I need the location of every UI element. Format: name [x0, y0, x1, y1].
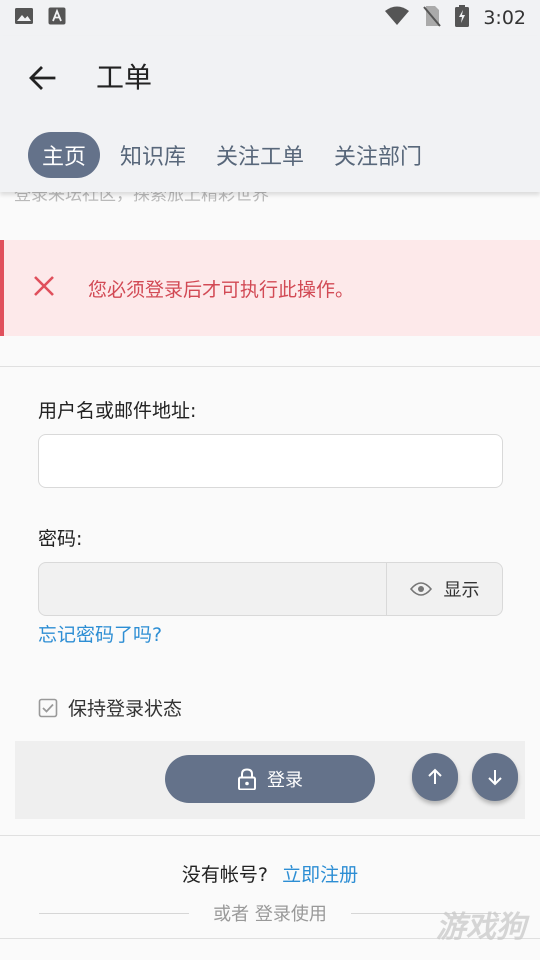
arrow-down-icon — [488, 770, 502, 786]
arrow-left-icon — [29, 66, 56, 90]
action-bar: 登录 — [15, 741, 525, 819]
battery-charging-icon — [455, 5, 470, 31]
show-password-button[interactable]: 显示 — [386, 563, 502, 615]
login-button[interactable]: 登录 — [165, 755, 375, 803]
login-button-label: 登录 — [267, 770, 303, 791]
text-a-icon — [48, 7, 66, 29]
image-icon — [14, 6, 34, 30]
separator-rule — [39, 912, 190, 914]
username-label: 用户名或邮件地址: — [38, 400, 197, 422]
tab-home[interactable]: 主页 — [28, 132, 101, 178]
no-account-text: 没有帐号? — [181, 864, 269, 886]
alert-message: 您必须登录后才可执行此操作。 — [88, 278, 355, 301]
no-sim-icon — [423, 5, 442, 31]
password-label: 密码: — [38, 528, 83, 550]
tab-followed-departments[interactable]: 关注部门 — [324, 132, 432, 178]
page-title: 工单 — [96, 61, 153, 94]
password-field: 显示 — [38, 562, 503, 616]
tab-bar: 主页 知识库 关注工单 关注部门 — [28, 132, 432, 178]
divider — [0, 366, 540, 367]
signup-row: 没有帐号? 立即注册 — [0, 860, 540, 887]
back-button[interactable] — [24, 60, 60, 96]
remember-me-label: 保持登录状态 — [68, 698, 183, 720]
error-alert: 您必须登录后才可执行此操作。 — [0, 240, 540, 336]
close-icon[interactable] — [32, 274, 56, 302]
scroll-up-button[interactable] — [412, 753, 458, 801]
scroll-down-button[interactable] — [472, 753, 518, 801]
status-bar: 3:02 — [0, 0, 540, 36]
checkbox-icon — [38, 698, 58, 717]
username-input[interactable] — [38, 434, 503, 488]
watermark-logo: 游戏狗 — [436, 910, 526, 945]
divider — [0, 835, 540, 836]
show-password-label: 显示 — [443, 580, 480, 601]
remember-me-checkbox[interactable]: 保持登录状态 — [38, 694, 182, 721]
signup-link[interactable]: 立即注册 — [282, 864, 358, 886]
tab-knowledge-base[interactable]: 知识库 — [110, 132, 196, 178]
app-bar: 工单 主页 知识库 关注工单 关注部门 — [0, 36, 540, 192]
arrow-up-icon — [428, 768, 442, 784]
tab-followed-tickets[interactable]: 关注工单 — [206, 132, 314, 178]
clock: 3:02 — [483, 7, 526, 29]
wifi-icon — [385, 6, 410, 30]
forgot-password-link[interactable]: 忘记密码了吗? — [38, 620, 162, 647]
or-login-text: 或者 登录使用 — [213, 904, 327, 925]
intro-text: 登录来坛社区，探索旅上精彩世界 — [14, 192, 269, 205]
eye-icon — [409, 582, 432, 596]
lock-icon — [238, 768, 256, 790]
content-area[interactable]: 登录来坛社区，探索旅上精彩世界 您必须登录后才可执行此操作。 用户名或邮件地址:… — [0, 192, 540, 960]
password-input[interactable] — [39, 563, 386, 615]
